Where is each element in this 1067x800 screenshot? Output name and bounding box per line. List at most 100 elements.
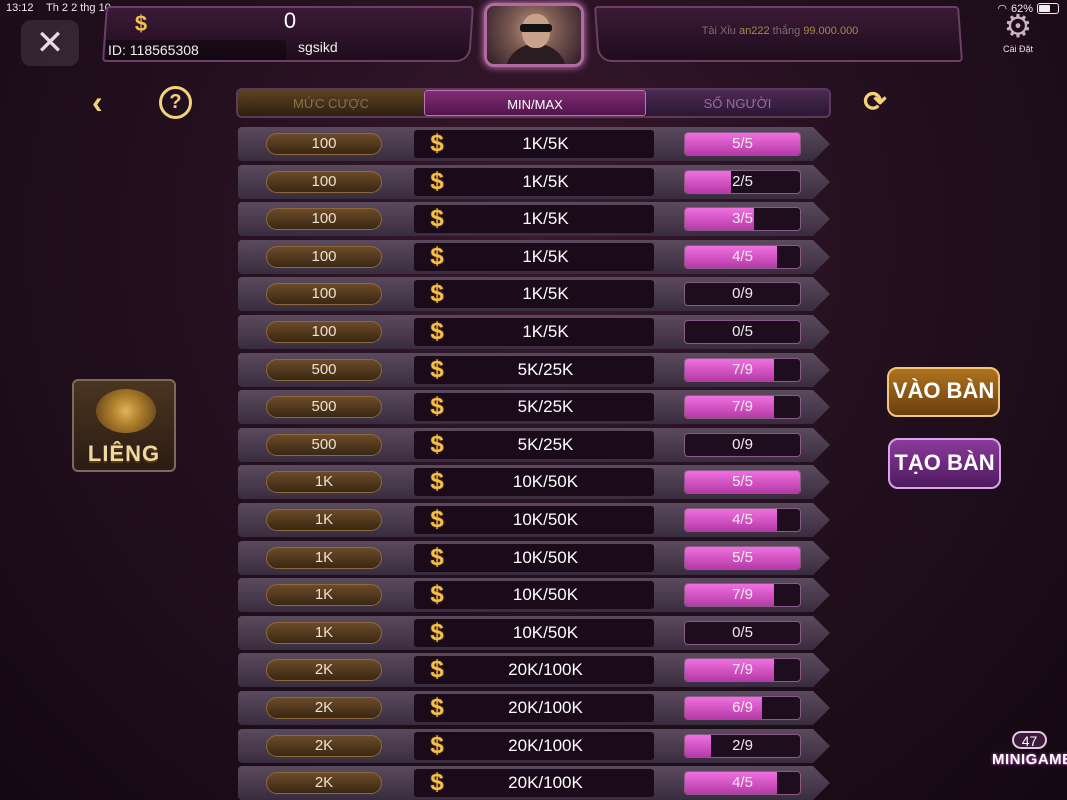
bet-level: 2K: [266, 659, 382, 681]
tab-min-max[interactable]: MIN/MAX: [424, 90, 646, 116]
min-max-value: 10K/50K: [512, 548, 579, 567]
player-count-bar: 5/5: [684, 470, 801, 494]
player-count-bar: 5/5: [684, 132, 801, 156]
minigame-badge: 47: [1011, 731, 1048, 749]
coin-icon: $: [430, 581, 444, 608]
player-count-bar: 4/5: [684, 771, 801, 795]
gear-icon: ⚙: [1003, 8, 1033, 44]
player-count: 5/5: [732, 549, 753, 566]
min-max-value: 5K/25K: [517, 397, 574, 416]
player-count-bar: 0/5: [684, 320, 801, 344]
room-row[interactable]: 100 $1K/5K 3/5: [238, 202, 830, 236]
player-count: 0/9: [732, 285, 753, 302]
room-row[interactable]: 1K $10K/50K 5/5: [238, 465, 830, 499]
room-row[interactable]: 1K $10K/50K 4/5: [238, 503, 830, 537]
help-button[interactable]: ?: [159, 86, 192, 119]
table-header: MỨC CƯỢC MIN/MAX SỐ NGƯỜI: [236, 88, 831, 118]
player-count-bar: 4/5: [684, 508, 801, 532]
min-max-value: 1K/5K: [522, 134, 569, 153]
refresh-button[interactable]: ⟳: [860, 88, 890, 118]
player-count: 7/9: [732, 661, 753, 678]
coin-icon: $: [430, 356, 444, 383]
player-count-bar: 5/5: [684, 546, 801, 570]
min-max-value: 1K/5K: [522, 209, 569, 228]
coin-icon: $: [430, 694, 444, 721]
room-row[interactable]: 100 $1K/5K 0/9: [238, 277, 830, 311]
min-max-value: 10K/50K: [512, 510, 579, 529]
bet-level: 1K: [266, 584, 382, 606]
bet-level: 1K: [266, 547, 382, 569]
room-row[interactable]: 100 $1K/5K 2/5: [238, 165, 830, 199]
min-max-value: 20K/100K: [508, 698, 583, 717]
min-max-value: 20K/100K: [508, 660, 583, 679]
user-id: ID: 118565308: [106, 40, 286, 60]
game-name: LIÊNG: [87, 441, 161, 466]
bet-level: 500: [266, 396, 382, 418]
player-count: 7/9: [732, 398, 753, 415]
room-row[interactable]: 500 $5K/25K 7/9: [238, 353, 830, 387]
notice-game: Tài Xỉu: [701, 25, 736, 37]
player-count: 4/5: [732, 511, 753, 528]
room-row[interactable]: 100 $1K/5K 0/5: [238, 315, 830, 349]
room-row[interactable]: 2K $20K/100K 6/9: [238, 691, 830, 725]
player-count: 7/9: [732, 361, 753, 378]
room-row[interactable]: 500 $5K/25K 0/9: [238, 428, 830, 462]
notice-player: an222: [739, 25, 770, 37]
player-count-bar: 4/5: [684, 245, 801, 269]
coin-icon: $: [430, 769, 444, 796]
close-button[interactable]: ✕: [21, 20, 79, 66]
player-count: 0/5: [732, 624, 753, 641]
bet-level: 500: [266, 434, 382, 456]
bet-level: 100: [266, 246, 382, 268]
tab-player-count[interactable]: SỐ NGƯỜI: [646, 90, 829, 116]
notice-amount: 99.000.000: [803, 25, 859, 37]
bet-level: 2K: [266, 772, 382, 794]
game-logo: LIÊNG: [72, 379, 176, 472]
status-time: 13:12: [6, 2, 34, 14]
player-count: 3/5: [732, 210, 753, 227]
coin-icon: $: [430, 431, 444, 458]
settings-button[interactable]: ⚙ Cài Đặt: [996, 8, 1040, 64]
room-row[interactable]: 1K $10K/50K 0/5: [238, 616, 830, 650]
room-row[interactable]: 2K $20K/100K 2/9: [238, 729, 830, 763]
player-count-bar: 7/9: [684, 358, 801, 382]
winner-notice: Tài Xỉu an222 thắng 99.000.000: [600, 25, 960, 37]
room-row[interactable]: 2K $20K/100K 7/9: [238, 653, 830, 687]
minigame-label: MINIGAME: [992, 751, 1067, 768]
player-count-bar: 7/9: [684, 583, 801, 607]
coin-icon: $: [430, 732, 444, 759]
min-max-value: 10K/50K: [512, 623, 579, 642]
player-count: 0/9: [732, 436, 753, 453]
minigame-button[interactable]: 47 MINIGAME: [992, 731, 1067, 779]
back-button[interactable]: ‹: [92, 86, 116, 118]
room-row[interactable]: 1K $10K/50K 5/5: [238, 541, 830, 575]
tab-bet-level[interactable]: MỨC CƯỢC: [238, 90, 424, 116]
coin-icon: $: [430, 130, 444, 157]
battery-icon: [1037, 3, 1059, 14]
coin-icon: $: [430, 506, 444, 533]
player-count-bar: 0/9: [684, 433, 801, 457]
room-row[interactable]: 100 $1K/5K 4/5: [238, 240, 830, 274]
player-count: 4/5: [732, 774, 753, 791]
avatar[interactable]: [484, 3, 584, 67]
room-row[interactable]: 2K $20K/100K 4/5: [238, 766, 830, 800]
room-row[interactable]: 100 $1K/5K 5/5: [238, 127, 830, 161]
coin-icon: $: [430, 393, 444, 420]
settings-label: Cài Đặt: [1002, 44, 1033, 54]
username: sgsikd: [298, 39, 338, 55]
room-row[interactable]: 1K $10K/50K 7/9: [238, 578, 830, 612]
min-max-value: 5K/25K: [517, 360, 574, 379]
coin-icon: $: [430, 243, 444, 270]
room-row[interactable]: 500 $5K/25K 7/9: [238, 390, 830, 424]
player-count: 5/5: [732, 473, 753, 490]
join-table-button[interactable]: VÀO BÀN: [887, 367, 1000, 417]
coin-icon: $: [430, 619, 444, 646]
chips-icon: [96, 389, 156, 433]
min-max-value: 10K/50K: [512, 585, 579, 604]
player-count-bar: 0/9: [684, 282, 801, 306]
min-max-value: 20K/100K: [508, 736, 583, 755]
player-count: 6/9: [732, 699, 753, 716]
create-table-button[interactable]: TẠO BÀN: [888, 438, 1001, 489]
player-count: 7/9: [732, 586, 753, 603]
refresh-icon: ⟳: [863, 86, 887, 117]
